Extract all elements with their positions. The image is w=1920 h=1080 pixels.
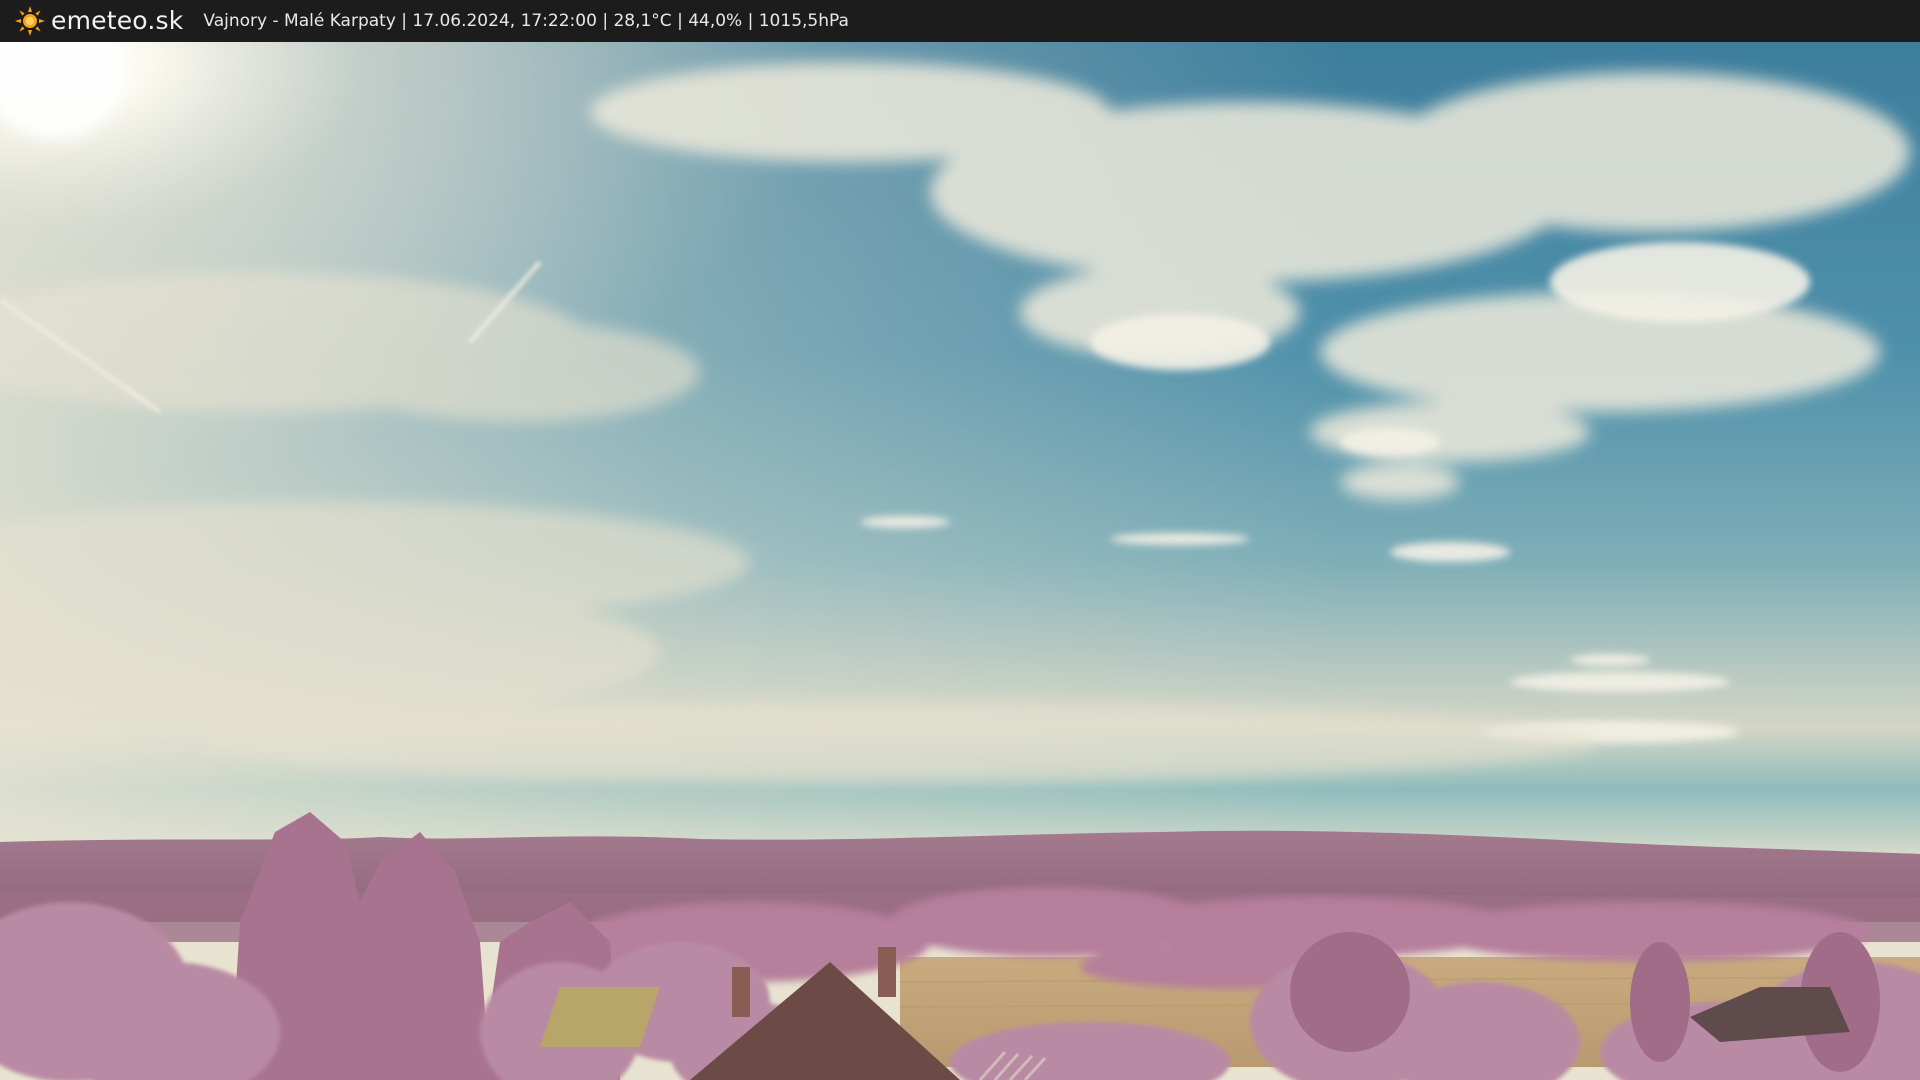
- sun-icon: [15, 6, 45, 36]
- brand-logo[interactable]: emeteo.sk: [14, 0, 183, 42]
- header-bar: emeteo.sk Vajnory - Malé Karpaty | 17.06…: [0, 0, 1920, 42]
- webcam-page: emeteo.sk Vajnory - Malé Karpaty | 17.06…: [0, 0, 1920, 1080]
- brand-name: emeteo.sk: [51, 6, 184, 35]
- weather-caption: Vajnory - Malé Karpaty | 17.06.2024, 17:…: [203, 11, 849, 31]
- webcam-image: [0, 42, 1920, 1080]
